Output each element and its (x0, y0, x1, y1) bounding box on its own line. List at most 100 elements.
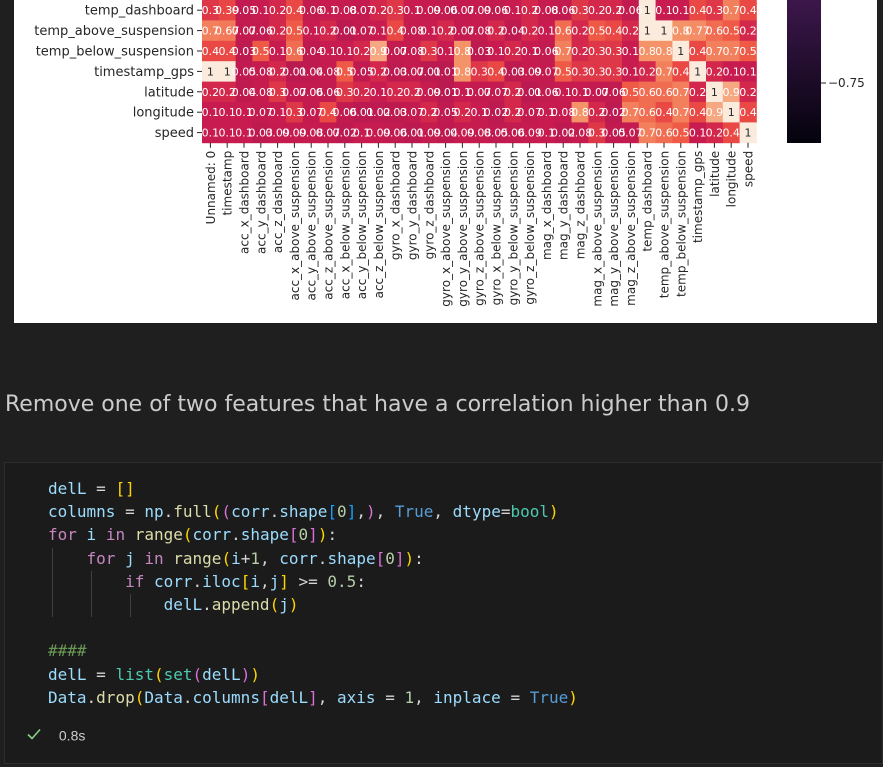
code-token: ] (346, 502, 357, 522)
code-line: for j in range(i+1, corr.shape[0]): (48, 547, 424, 570)
heatmap-cell-label: 0.2 (571, 45, 589, 58)
heatmap-column-label: acc_y_dashboard (254, 151, 268, 254)
heatmap-cell-label: 0.2 (571, 25, 589, 38)
heatmap-cell-label: 0.1 (420, 25, 438, 38)
heatmap-cell-label: 1 (224, 65, 231, 78)
code-token: i (250, 571, 260, 591)
heatmap-cell-label: 0.7 (554, 45, 572, 58)
code-token: columns (192, 687, 260, 707)
code-token: 0 (385, 548, 395, 568)
code-token: . (202, 595, 212, 614)
heatmap-cell-label: 0.1 (202, 106, 220, 119)
heatmap-row-label: speed (155, 126, 194, 141)
heatmap-cell-label: 0.7 (722, 4, 740, 17)
code-token: ] (279, 571, 289, 591)
heatmap-cell-label: 0.1 (319, 45, 337, 58)
heatmap-cell-label: 0.7 (672, 106, 690, 119)
code-token: for (48, 525, 77, 545)
code-token: ( (221, 548, 232, 568)
code-token: ( (221, 502, 232, 522)
heatmap-column-label: gyro_y_above_suspension (456, 151, 470, 307)
code-token: ) (568, 687, 578, 707)
code-token: 0.5 (327, 571, 357, 591)
heatmap-cell-label: 0.1 (672, 4, 690, 17)
heatmap-cell-label: 0.1 (622, 45, 640, 58)
heatmap-cell-label: 0.3 (605, 45, 623, 58)
code-line: Data.drop(Data.columns[delL], axis = 1, … (48, 686, 578, 709)
code-token: dtype (452, 502, 501, 522)
code-token: inplace (433, 687, 501, 707)
code-token: in (105, 525, 126, 545)
heatmap-cell-label: 0.1 (269, 106, 287, 119)
heatmap-cell-label: 0.7 (722, 45, 740, 58)
code-token: Data (48, 687, 87, 707)
heatmap-column-label: acc_z_dashboard (271, 151, 285, 253)
code-token: , (259, 571, 270, 591)
heatmap-column-label: acc_x_below_suspension (338, 151, 352, 299)
code-token: True (394, 502, 434, 522)
heatmap-column-label: longitude (725, 151, 739, 208)
code-token: ( (182, 525, 193, 545)
markdown-cell[interactable]: Remove one of two features that have a c… (5, 392, 750, 417)
heatmap-cell-label: 0.5 (722, 25, 740, 38)
code-token: + (240, 548, 251, 568)
heatmap-cell-label: 0.2 (521, 25, 539, 38)
heatmap-column-label: gyro_z_below_suspension (523, 151, 537, 305)
heatmap-cell-label: 0.6 (706, 25, 724, 38)
heatmap-cell-label: 0.7 (638, 127, 656, 140)
code-token: . (269, 502, 280, 522)
code-token: ( (134, 687, 145, 707)
code-token: j (125, 548, 135, 568)
heatmap-cell-label: 0.1 (722, 65, 740, 78)
code-token: , (356, 502, 366, 522)
code-token: : (356, 571, 366, 591)
code-token: [] (115, 479, 135, 498)
heatmap-cell-label: 0.1 (554, 86, 572, 99)
code-line: delL = list(set(delL)) (48, 663, 260, 686)
heatmap-cell-label: 0.8 (655, 45, 673, 58)
heatmap-column-label: acc_y_above_suspension (305, 151, 319, 301)
heatmap-cell-label: 0.2 (588, 4, 606, 17)
code-token: for (86, 548, 116, 568)
heatmap-cell-label: 0.2 (202, 86, 220, 99)
heatmap-row-label: timestamp_gps (94, 65, 194, 80)
heatmap-cell-label: 1 (677, 45, 684, 58)
heatmap-cell-label: 0.2 (370, 4, 388, 17)
heatmap-cell-label: 0.3 (605, 65, 623, 78)
code-token: , (433, 502, 453, 522)
execution-status: 0.8s (27, 724, 85, 744)
heatmap-column-label: temp_below_suspension (674, 151, 688, 297)
code-token: delL (269, 687, 309, 707)
heatmap-cell-label: 0.4 (202, 45, 220, 58)
code-token: shape (240, 525, 289, 545)
heatmap-cell-label: 1 (661, 25, 668, 38)
heatmap-cell-label: 1 (711, 86, 718, 99)
colorbar: −0.75 (787, 0, 865, 143)
code-cell[interactable]: delL = [] columns = np.full((corr.shape[0… (4, 462, 883, 764)
code-token: . (231, 525, 241, 545)
heatmap-cell-label: 0.2 (269, 4, 287, 17)
heatmap-cell-label: 0.6 (655, 127, 673, 140)
heatmap-cell-label: 0.7 (672, 86, 690, 99)
colorbar-tick-label: −0.75 (828, 76, 865, 90)
heatmap-cell-label: 0.1 (622, 65, 640, 78)
heatmap-cell-label: 0.7 (622, 106, 640, 119)
code-token: , (375, 502, 395, 522)
heatmap-cell-label: 0.3 (470, 65, 488, 78)
heatmap-cell-label: 0.5 (286, 25, 304, 38)
code-token: . (86, 687, 97, 707)
code-token: axis (337, 687, 376, 707)
code-editor[interactable]: delL = [] columns = np.full((corr.shape[0… (5, 463, 882, 719)
heatmap-cell-label: 0.4 (655, 106, 673, 119)
code-token: corr (231, 502, 270, 522)
heatmap-cell-label: 0.2 (622, 25, 640, 38)
heatmap-cell-label: 0.3 (386, 4, 404, 17)
heatmap-cell-label: 0.6 (655, 86, 673, 99)
code-token: drop (96, 687, 135, 707)
code-token: Data (144, 687, 183, 707)
heatmap-cell-label: 0.5 (622, 86, 640, 99)
code-line: for i in range(corr.shape[0]): (48, 523, 337, 546)
